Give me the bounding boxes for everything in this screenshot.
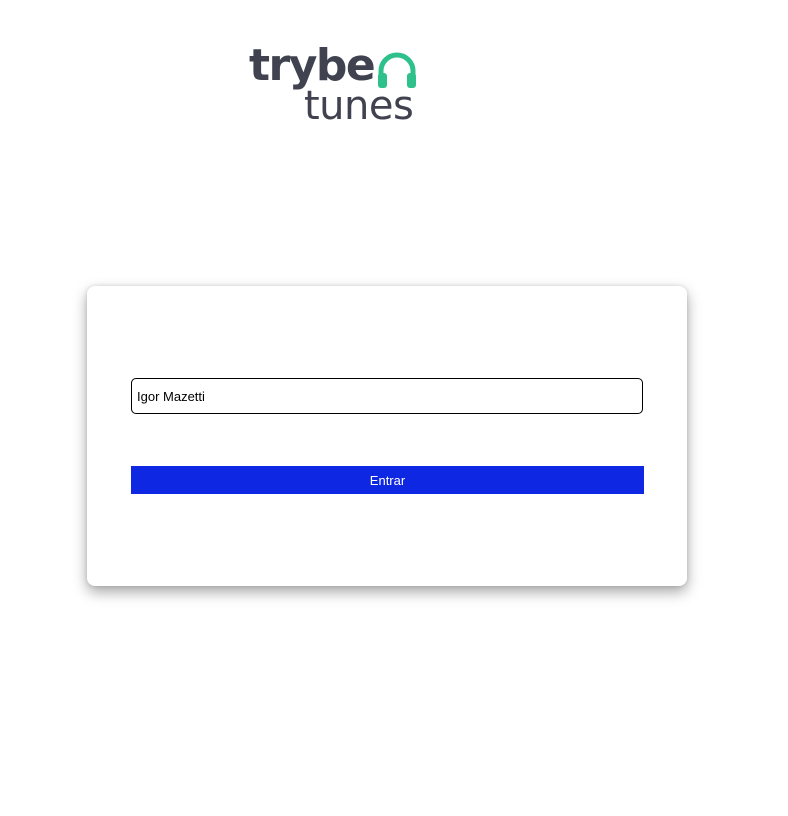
trybetunes-logo: trybe tunes — [246, 44, 421, 130]
enter-button[interactable]: Entrar — [131, 466, 644, 494]
name-input[interactable] — [131, 378, 643, 414]
logo-brand-text: trybe — [249, 40, 376, 91]
login-card: Entrar — [87, 286, 687, 586]
logo-sub-text: tunes — [304, 83, 414, 129]
